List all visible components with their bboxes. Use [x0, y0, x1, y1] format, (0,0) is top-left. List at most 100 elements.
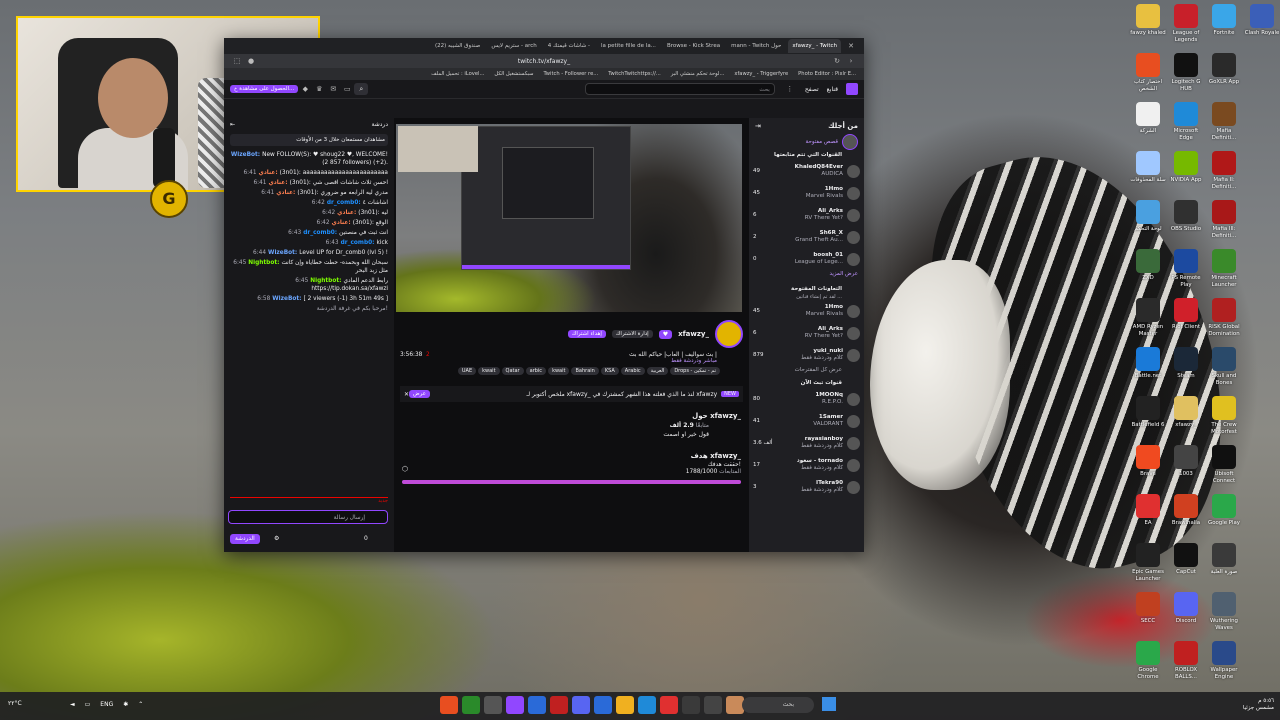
chat-username[interactable]: dr_comb0: — [303, 230, 339, 236]
chat-username[interactable]: عنادي: — [337, 210, 358, 216]
sidebar-channel[interactable]: 879 yuki_nuki كلام ودردشة فقط — [749, 344, 864, 366]
chat-username[interactable]: dr_comb0: — [341, 240, 377, 246]
desktop-icon[interactable]: RISK Global Domination — [1205, 298, 1243, 337]
desktop-icon[interactable]: SECC — [1129, 592, 1167, 625]
chat-username[interactable]: WizeBot: — [231, 152, 262, 158]
chat-username[interactable]: WizeBot: — [272, 296, 303, 302]
desktop-icon[interactable]: Steam — [1167, 347, 1205, 380]
start-button-icon[interactable] — [822, 697, 836, 711]
taskbar-app-icon[interactable] — [572, 696, 590, 714]
desktop-icon[interactable]: PS Remote Play — [1167, 249, 1205, 288]
taskbar-app-icon[interactable] — [506, 696, 524, 714]
browser-tab[interactable]: (22) صندوق الشيبه — [431, 43, 484, 49]
taskbar-app-icon[interactable] — [638, 696, 656, 714]
taskbar-app-icon[interactable] — [594, 696, 612, 714]
desktop-icon[interactable]: Wallpaper Engine — [1205, 641, 1243, 680]
chat-username[interactable]: عنادي: — [259, 170, 280, 176]
desktop-icon[interactable]: لوحة التحكم — [1129, 200, 1167, 233]
desktop-icon[interactable]: Epic Games Launcher — [1129, 543, 1167, 582]
browser-tab[interactable]: ستريم لايس - arch — [487, 43, 540, 49]
story-avatar[interactable] — [842, 134, 858, 150]
taskbar-app-icon[interactable] — [616, 696, 634, 714]
stream-tag[interactable]: kwait — [548, 367, 570, 375]
refresh-icon[interactable]: ↻ — [833, 57, 841, 65]
desktop-icon[interactable]: Brawlhalla — [1167, 494, 1205, 527]
gift-sub-button[interactable]: إهداء اشتراك — [567, 330, 606, 338]
bookmark[interactable]: Photo Editor : Pixlr E... — [798, 71, 856, 77]
browser-tab[interactable]: شاشات قيمتك 4 - — [544, 43, 594, 49]
bookmark[interactable]: Twitch - Follower re... — [543, 71, 598, 77]
desktop-icon[interactable]: Mafia Definiti... — [1205, 102, 1243, 141]
clock[interactable]: ٥:٥٦ م مشمس جزئيا — [1243, 698, 1274, 712]
taskbar-app-icon[interactable] — [550, 696, 568, 714]
stream-tag[interactable]: arbic — [525, 367, 547, 375]
sidebar-channel[interactable]: 0 boosh_01 League of Lege... — [749, 248, 864, 270]
bookmark[interactable]: xfawzy_ - Triggerfyre — [734, 71, 788, 77]
desktop-icon[interactable]: NVIDIA App — [1167, 151, 1205, 184]
channel-avatar[interactable] — [715, 320, 743, 348]
back-icon[interactable]: › — [847, 57, 855, 65]
crown-icon[interactable]: ♛ — [315, 85, 323, 93]
language-indicator[interactable]: ENG — [100, 701, 113, 708]
share-icon[interactable]: ⬡ — [402, 465, 408, 473]
settings-icon[interactable]: ⚙ — [274, 535, 279, 542]
desktop-icon[interactable]: Ubisoft Connect — [1205, 445, 1243, 484]
url-field[interactable]: twitch.tv/xfawzy_ — [258, 58, 830, 65]
desktop-icon[interactable]: The Crew Motorfest — [1205, 396, 1243, 435]
desktop-icon[interactable]: ROBLOX BALLS... — [1167, 641, 1205, 680]
desktop-icon[interactable]: Skull and Bones — [1205, 347, 1243, 386]
desktop-icon[interactable]: League of Legends — [1167, 4, 1205, 43]
taskbar-app-icon[interactable] — [682, 696, 700, 714]
taskbar-app-icon[interactable] — [484, 696, 502, 714]
channel-points[interactable]: 0 — [364, 535, 368, 542]
sidebar-channel[interactable]: 49 KhaledQ84Ever AUDICA — [749, 160, 864, 182]
close-icon[interactable]: ✕ — [847, 42, 855, 50]
desktop-icon[interactable]: اختصار كتاب الشخص — [1129, 53, 1167, 92]
desktop-icon[interactable]: Wuthering Waves — [1205, 592, 1243, 631]
desktop-icon[interactable]: Battle.net — [1129, 347, 1167, 380]
chat-username[interactable]: عنادي: — [276, 190, 297, 196]
desktop-icon[interactable]: 1003 — [1167, 445, 1205, 478]
chat-username[interactable]: عنادي: — [332, 220, 353, 226]
desktop-icon[interactable]: Clash Royale — [1243, 4, 1280, 37]
video-player[interactable] — [396, 124, 742, 312]
desktop-icon[interactable]: AMD Ryzen Master — [1129, 298, 1167, 337]
speaker-icon[interactable]: ◄ — [70, 701, 75, 708]
get-ad-free-button[interactable]: الحصول على مشاهدة خ... — [230, 85, 299, 93]
desktop-icon[interactable]: Discord — [1167, 592, 1205, 625]
weather-widget[interactable]: ٢٢°C — [8, 700, 22, 707]
search-input[interactable]: بحث — [584, 83, 775, 95]
chat-send-button[interactable]: الدردشة — [230, 534, 260, 544]
sidebar-channel[interactable]: 2 Sh6R_X Grand Theft Au... — [749, 226, 864, 248]
chat-input[interactable]: إرسال رسالة — [228, 510, 388, 524]
channel-name[interactable]: xfawzy_ — [678, 330, 709, 338]
stream-tag[interactable]: KSA — [600, 367, 619, 375]
desktop-icon[interactable]: Battlefield 6 — [1129, 396, 1167, 429]
browser-tab-active[interactable]: xfawzy_ - Twitch — [788, 39, 841, 53]
desktop-icon[interactable]: Fortnite — [1205, 4, 1243, 37]
more-icon[interactable]: ⋮ — [786, 85, 794, 93]
profile-icon[interactable]: ● — [247, 57, 255, 65]
sidebar-channel[interactable]: 41 1Samer VALORANT — [749, 410, 864, 432]
collapse-chat-icon[interactable]: ⇤ — [230, 121, 235, 128]
bits-icon[interactable]: ◆ — [301, 85, 309, 93]
show-more-link[interactable]: عرض المزيد — [749, 270, 864, 278]
inbox-icon[interactable]: ✉ — [329, 85, 337, 93]
chat-username[interactable]: عنادي: — [268, 180, 289, 186]
twitch-logo-icon[interactable] — [845, 83, 858, 95]
desktop-icon[interactable]: EA — [1129, 494, 1167, 527]
heart-icon[interactable]: ♥ — [658, 329, 673, 339]
browser-tab[interactable]: la petite fille de la... — [597, 43, 660, 49]
desktop-icon[interactable]: Mafia II: Definiti... — [1205, 151, 1243, 190]
show-all-link[interactable]: عرض كل المقترحات — [749, 366, 864, 374]
stream-tag[interactable]: kwait — [478, 367, 500, 375]
desktop-icon[interactable]: Riot Client — [1167, 298, 1205, 331]
browser-tab[interactable]: Browse - Kick Strea — [663, 43, 724, 49]
stream-tag[interactable]: Drops - تم - تمكين — [670, 367, 720, 375]
taskbar-app-icon[interactable] — [704, 696, 722, 714]
desktop-icon[interactable]: Brave — [1129, 445, 1167, 478]
desktop-icon[interactable]: Logitech G HUB — [1167, 53, 1205, 92]
desktop-icon[interactable]: Google Play — [1205, 494, 1243, 527]
desktop-icon[interactable]: Minecraft Launcher — [1205, 249, 1243, 288]
chat-username[interactable]: Nightbot: — [248, 260, 281, 266]
